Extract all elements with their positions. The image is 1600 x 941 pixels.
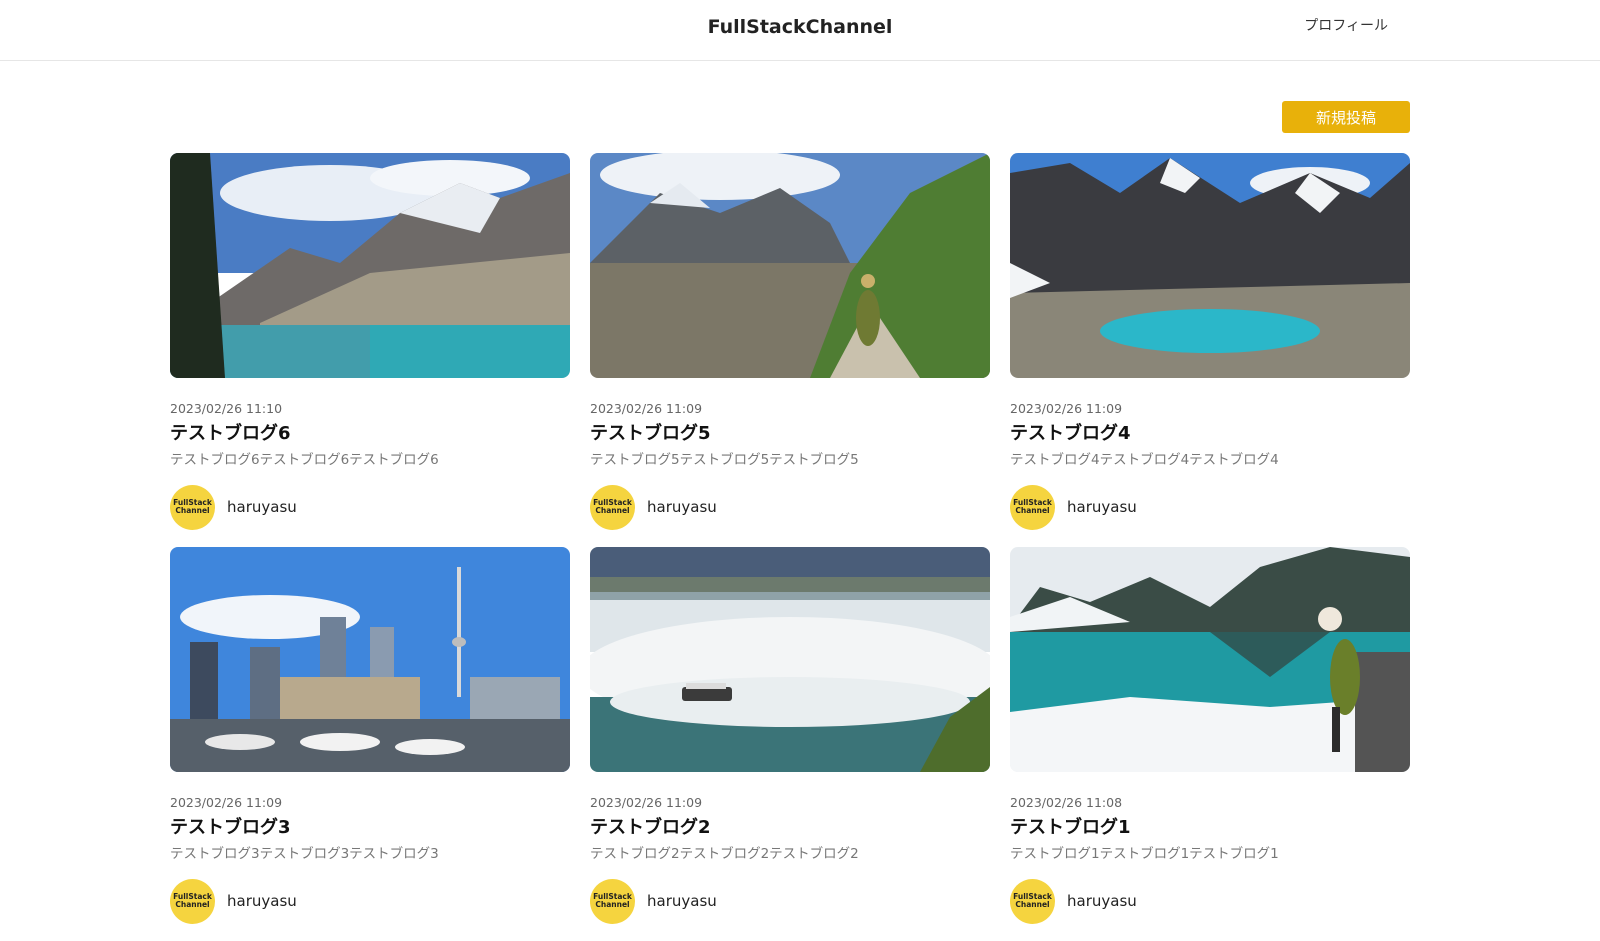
post-author: FullStack Channel haruyasu — [590, 878, 990, 924]
post-thumbnail[interactable] — [1010, 153, 1410, 378]
post-thumbnail[interactable] — [170, 547, 570, 772]
post-card[interactable]: 2023/02/26 11:09 テストブログ3 テストブログ3テストブログ3テ… — [170, 547, 570, 941]
profile-link[interactable]: プロフィール — [1304, 15, 1388, 35]
avatar-line2: Channel — [595, 900, 630, 909]
post-thumbnail[interactable] — [170, 153, 570, 378]
post-excerpt: テストブログ6テストブログ6テストブログ6 — [170, 452, 439, 468]
author-name: haruyasu — [647, 892, 717, 910]
author-avatar: FullStack Channel — [1010, 878, 1055, 924]
post-card[interactable]: 2023/02/26 11:10 テストブログ6 テストブログ6テストブログ6テ… — [170, 153, 570, 547]
author-avatar: FullStack Channel — [170, 878, 215, 924]
post-title[interactable]: テストブログ1 — [1010, 816, 1410, 840]
post-thumbnail[interactable] — [590, 547, 990, 772]
author-avatar: FullStack Channel — [590, 878, 635, 924]
post-author: FullStack Channel haruyasu — [1010, 484, 1410, 530]
avatar-line2: Channel — [175, 900, 210, 909]
author-name: haruyasu — [647, 498, 717, 516]
post-card[interactable]: 2023/02/26 11:09 テストブログ5 テストブログ5テストブログ5テ… — [590, 153, 990, 547]
author-avatar: FullStack Channel — [590, 484, 635, 530]
post-date: 2023/02/26 11:09 — [1010, 401, 1123, 416]
post-title[interactable]: テストブログ6 — [170, 422, 570, 446]
post-author: FullStack Channel haruyasu — [170, 484, 570, 530]
post-excerpt: テストブログ1テストブログ1テストブログ1 — [1010, 846, 1279, 862]
new-post-button[interactable]: 新規投稿 — [1282, 101, 1410, 133]
post-title[interactable]: テストブログ5 — [590, 422, 990, 446]
author-name: haruyasu — [1067, 892, 1137, 910]
post-excerpt: テストブログ5テストブログ5テストブログ5 — [590, 452, 859, 468]
post-date: 2023/02/26 11:10 — [170, 401, 283, 416]
post-card[interactable]: 2023/02/26 11:09 テストブログ4 テストブログ4テストブログ4テ… — [1010, 153, 1410, 547]
avatar-line2: Channel — [595, 506, 630, 515]
post-author: FullStack Channel haruyasu — [1010, 878, 1410, 924]
post-date: 2023/02/26 11:08 — [1010, 795, 1123, 810]
post-date: 2023/02/26 11:09 — [170, 795, 283, 810]
post-title[interactable]: テストブログ4 — [1010, 422, 1410, 446]
post-excerpt: テストブログ4テストブログ4テストブログ4 — [1010, 452, 1279, 468]
avatar-line2: Channel — [1015, 900, 1050, 909]
post-card[interactable]: 2023/02/26 11:08 テストブログ1 テストブログ1テストブログ1テ… — [1010, 547, 1410, 941]
post-thumbnail[interactable] — [590, 153, 990, 378]
post-excerpt: テストブログ3テストブログ3テストブログ3 — [170, 846, 439, 862]
author-avatar: FullStack Channel — [170, 484, 215, 530]
post-title[interactable]: テストブログ2 — [590, 816, 990, 840]
site-header: FullStackChannel プロフィール — [0, 0, 1600, 61]
author-name: haruyasu — [227, 892, 297, 910]
post-card[interactable]: 2023/02/26 11:09 テストブログ2 テストブログ2テストブログ2テ… — [590, 547, 990, 941]
avatar-line2: Channel — [175, 506, 210, 515]
post-title[interactable]: テストブログ3 — [170, 816, 570, 840]
avatar-line2: Channel — [1015, 506, 1050, 515]
author-name: haruyasu — [1067, 498, 1137, 516]
post-author: FullStack Channel haruyasu — [590, 484, 990, 530]
post-date: 2023/02/26 11:09 — [590, 401, 703, 416]
post-grid: 2023/02/26 11:10 テストブログ6 テストブログ6テストブログ6テ… — [170, 153, 1410, 941]
post-excerpt: テストブログ2テストブログ2テストブログ2 — [590, 846, 859, 862]
post-thumbnail[interactable] — [1010, 547, 1410, 772]
post-date: 2023/02/26 11:09 — [590, 795, 703, 810]
author-avatar: FullStack Channel — [1010, 484, 1055, 530]
author-name: haruyasu — [227, 498, 297, 516]
post-author: FullStack Channel haruyasu — [170, 878, 570, 924]
